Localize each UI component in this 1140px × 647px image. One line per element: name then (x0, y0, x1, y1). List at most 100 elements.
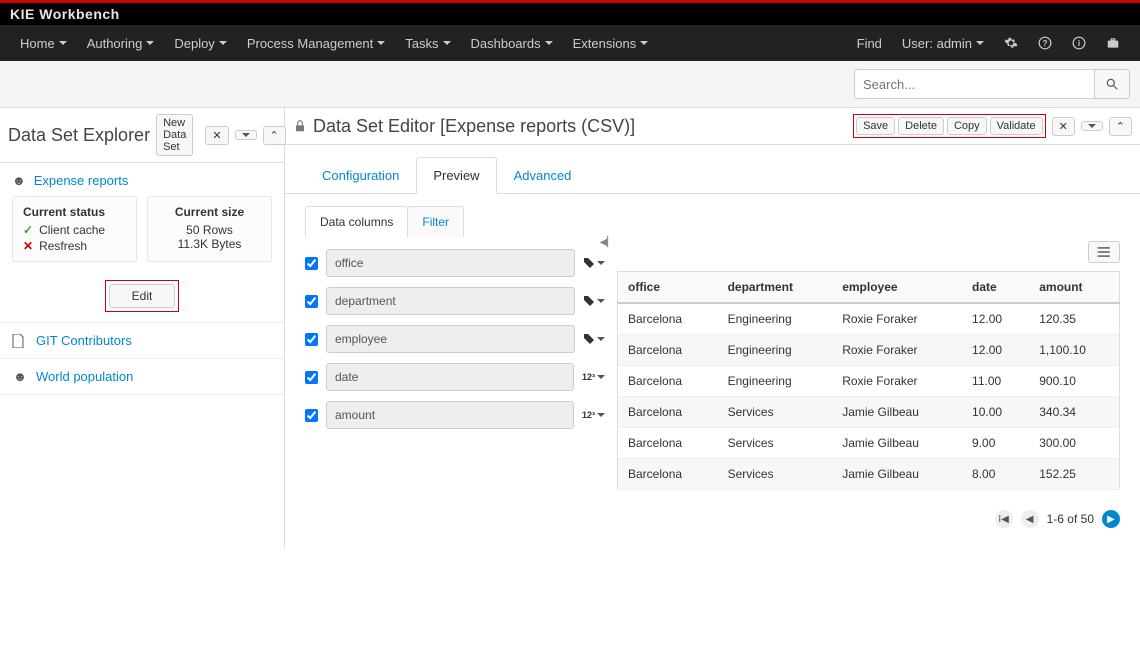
column-checkbox[interactable] (305, 409, 318, 422)
table-cell: Services (718, 428, 833, 459)
nav-process[interactable]: Process Management (237, 28, 395, 59)
panel-collapse-button[interactable]: ⌃ (263, 126, 286, 145)
nav-user[interactable]: User: admin (892, 28, 994, 59)
table-row[interactable]: BarcelonaServicesJamie Gilbeau9.00300.00 (618, 428, 1120, 459)
column-name-input[interactable] (326, 325, 575, 353)
table-cell: Services (718, 459, 833, 490)
table-row[interactable]: BarcelonaEngineeringRoxie Foraker11.0090… (618, 366, 1120, 397)
globe-icon: ☻ (12, 369, 28, 384)
editor-collapse-button[interactable]: ⌃ (1109, 117, 1132, 136)
table-row[interactable]: BarcelonaServicesJamie Gilbeau10.00340.3… (618, 397, 1120, 428)
table-header[interactable]: department (718, 272, 833, 304)
save-button[interactable]: Save (856, 117, 895, 135)
editor-close-button[interactable]: ✕ (1052, 117, 1075, 136)
status-card: Current status ✓Client cache ✕Resfresh (12, 196, 137, 262)
gear-icon[interactable] (994, 28, 1028, 58)
pager: I◀ ◀ 1-6 of 50 ▶ (617, 510, 1120, 528)
tab-configuration[interactable]: Configuration (305, 157, 416, 194)
table-cell: Barcelona (618, 335, 718, 366)
column-name-input[interactable] (326, 401, 574, 429)
svg-text:?: ? (1043, 39, 1048, 48)
check-icon: ✓ (23, 223, 33, 237)
nav-tasks[interactable]: Tasks (395, 28, 460, 59)
caret-icon (443, 41, 451, 45)
table-panel: officedepartmentemployeedateamount Barce… (617, 237, 1120, 528)
column-type-dropdown[interactable]: 12³ (582, 410, 605, 420)
caret-icon (597, 413, 605, 417)
column-checkbox[interactable] (305, 333, 318, 346)
caret-icon (597, 261, 605, 265)
editor-tabs: Configuration Preview Advanced (285, 157, 1140, 194)
column-checkbox[interactable] (305, 295, 318, 308)
table-header[interactable]: employee (832, 272, 962, 304)
table-cell: Barcelona (618, 459, 718, 490)
nav-dashboards[interactable]: Dashboards (461, 28, 563, 59)
new-dataset-button[interactable]: New Data Set (156, 114, 193, 156)
subtab-columns[interactable]: Data columns (305, 206, 408, 237)
validate-button[interactable]: Validate (990, 117, 1043, 135)
search-icon (1105, 77, 1119, 91)
nav-home[interactable]: Home (10, 28, 77, 59)
table-cell: Roxie Foraker (832, 335, 962, 366)
tab-preview[interactable]: Preview (416, 157, 496, 194)
collapse-handle-icon[interactable]: ◀▏ (600, 237, 615, 248)
edit-button[interactable]: Edit (109, 284, 176, 308)
delete-button[interactable]: Delete (898, 117, 944, 135)
column-type-dropdown[interactable]: 12³ (582, 372, 605, 382)
table-row[interactable]: BarcelonaServicesJamie Gilbeau8.00152.25 (618, 459, 1120, 490)
lock-icon (293, 119, 307, 133)
explorer-item-world[interactable]: ☻ World population (0, 359, 284, 395)
search-input[interactable] (854, 69, 1094, 99)
subtab-filter[interactable]: Filter (407, 206, 464, 237)
caret-icon (1088, 124, 1096, 128)
table-cell: Engineering (718, 366, 833, 397)
table-header[interactable]: amount (1029, 272, 1119, 304)
editor-menu-button[interactable] (1081, 121, 1103, 131)
nav-extensions[interactable]: Extensions (563, 28, 659, 59)
column-type-dropdown[interactable] (583, 295, 605, 307)
column-name-input[interactable] (326, 363, 574, 391)
search-button[interactable] (1094, 69, 1130, 99)
explorer-header: Data Set Explorer New Data Set ✕ ⌃ (0, 108, 284, 163)
pager-prev-button[interactable]: ◀ (1021, 510, 1039, 528)
info-icon[interactable]: i (1062, 28, 1096, 58)
columns-panel: ◀▏ 12³12³ (305, 237, 605, 528)
editor-toolbar: Data Set Editor [Expense reports (CSV)] … (285, 108, 1140, 145)
table-cell: 9.00 (962, 428, 1029, 459)
tag-icon (583, 333, 595, 345)
nav-authoring[interactable]: Authoring (77, 28, 165, 59)
column-checkbox[interactable] (305, 257, 318, 270)
cross-icon: ✕ (23, 239, 33, 253)
table-header[interactable]: office (618, 272, 718, 304)
pager-label: 1-6 of 50 (1047, 512, 1094, 526)
table-cell: 8.00 (962, 459, 1029, 490)
column-row (305, 287, 605, 315)
pager-first-button[interactable]: I◀ (995, 510, 1013, 528)
copy-button[interactable]: Copy (947, 117, 987, 135)
caret-icon (976, 41, 984, 45)
dataset-link-expense[interactable]: Expense reports (34, 173, 129, 188)
column-type-dropdown[interactable] (583, 257, 605, 269)
panel-menu-button[interactable] (235, 130, 257, 140)
pager-next-button[interactable]: ▶ (1102, 510, 1120, 528)
column-checkbox[interactable] (305, 371, 318, 384)
table-cell: 120.35 (1029, 303, 1119, 335)
nav-deploy[interactable]: Deploy (164, 28, 236, 59)
caret-icon (146, 41, 154, 45)
nav-find[interactable]: Find (847, 28, 892, 59)
caret-icon (377, 41, 385, 45)
column-name-input[interactable] (326, 249, 575, 277)
list-view-button[interactable] (1088, 241, 1120, 263)
file-icon (12, 334, 28, 348)
briefcase-icon[interactable] (1096, 28, 1130, 58)
explorer-item-git[interactable]: GIT Contributors (0, 323, 284, 359)
close-panel-button[interactable]: ✕ (205, 126, 228, 145)
table-header[interactable]: date (962, 272, 1029, 304)
table-row[interactable]: BarcelonaEngineeringRoxie Foraker12.001,… (618, 335, 1120, 366)
table-cell: Jamie Gilbeau (832, 459, 962, 490)
tab-advanced[interactable]: Advanced (497, 157, 589, 194)
help-icon[interactable]: ? (1028, 28, 1062, 58)
column-type-dropdown[interactable] (583, 333, 605, 345)
table-row[interactable]: BarcelonaEngineeringRoxie Foraker12.0012… (618, 303, 1120, 335)
column-name-input[interactable] (326, 287, 575, 315)
